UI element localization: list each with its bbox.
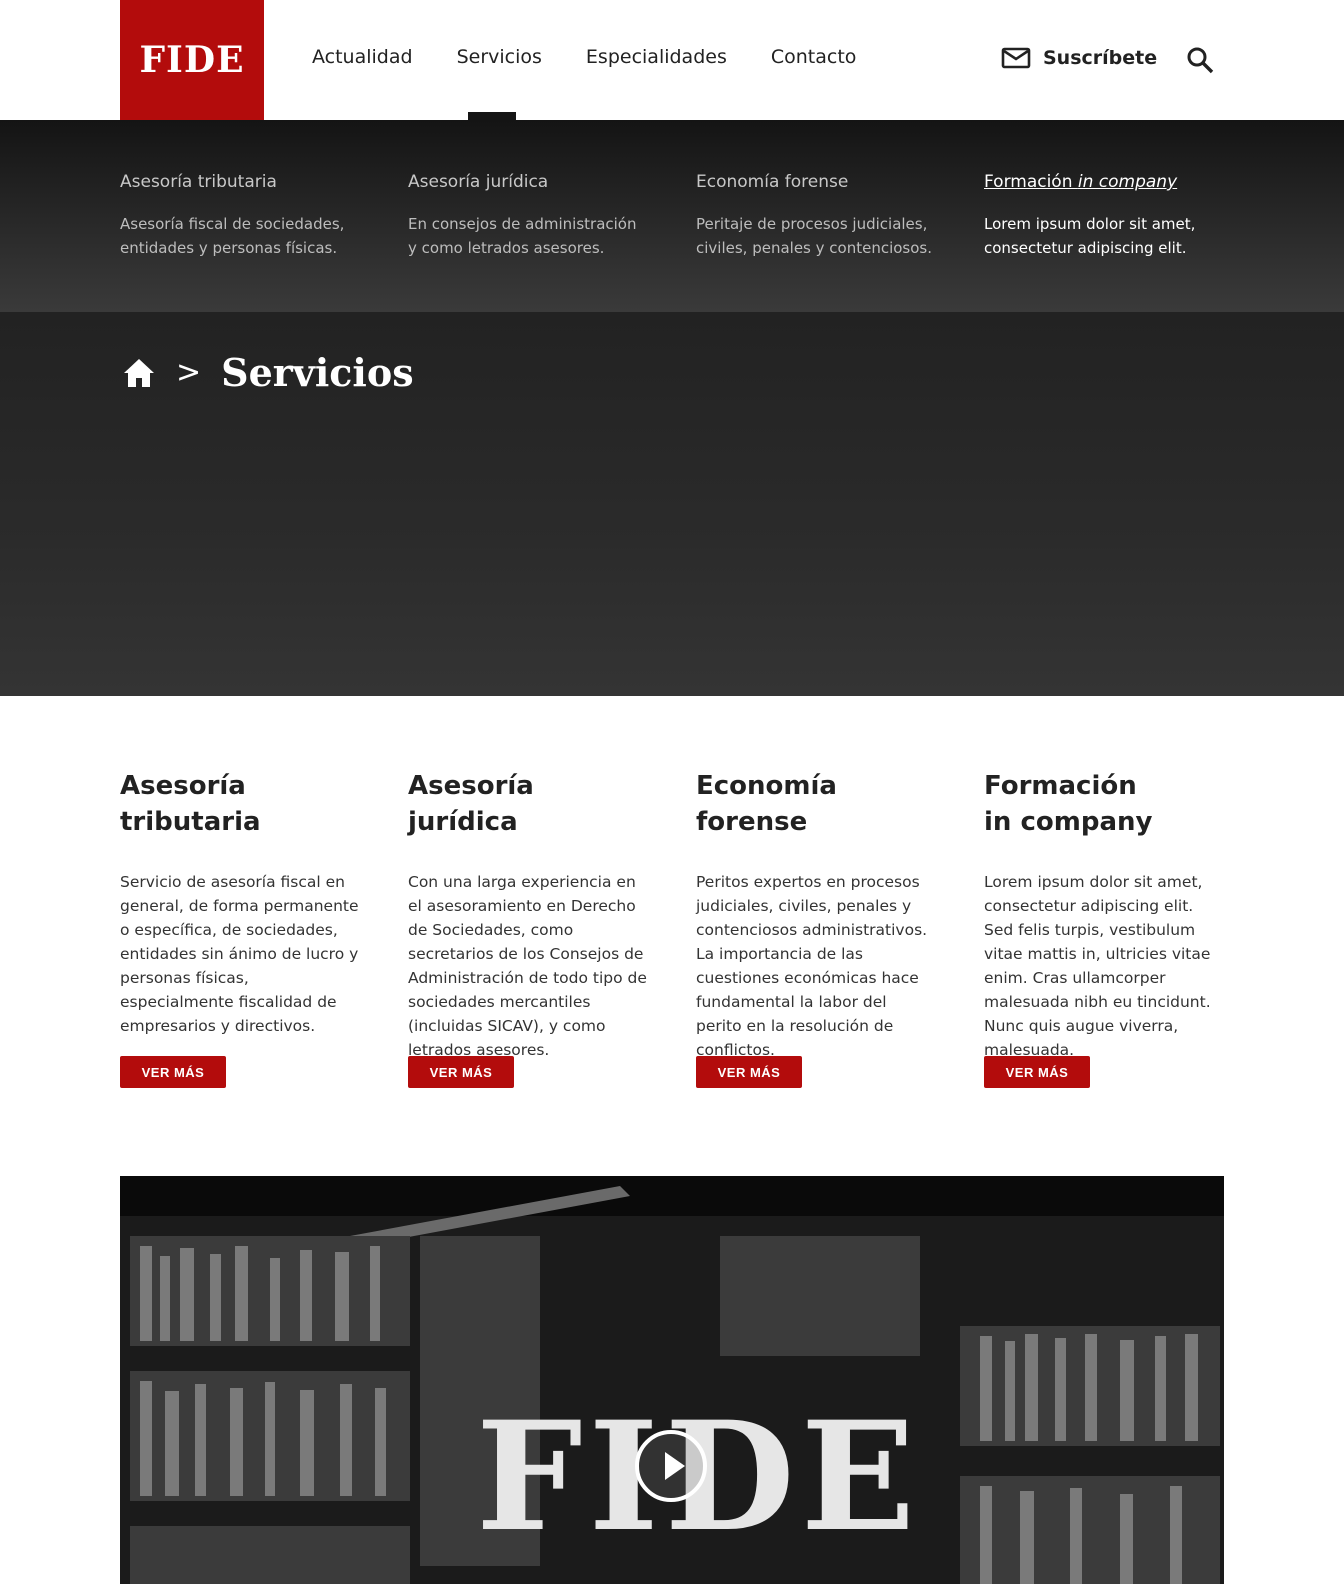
logo[interactable]: FIDE bbox=[120, 0, 264, 120]
dropdown-item-formacion[interactable]: Formación in company Lorem ipsum dolor s… bbox=[984, 172, 1224, 260]
service-title-line: forense bbox=[696, 807, 808, 837]
dropdown-item-desc: En consejos de administración y como let… bbox=[408, 215, 637, 257]
ver-mas-button[interactable]: VER MÁS bbox=[408, 1056, 514, 1088]
dropdown-item-title[interactable]: Formación in company bbox=[984, 172, 1224, 192]
service-title-line: tributaria bbox=[120, 807, 261, 837]
mail-icon bbox=[1001, 47, 1031, 69]
service-title-line: Asesoría bbox=[408, 771, 534, 801]
play-button[interactable] bbox=[635, 1430, 707, 1502]
page-hero: > Servicios bbox=[0, 312, 1344, 696]
breadcrumb: > Servicios bbox=[122, 350, 414, 395]
header: FIDE Actualidad Servicios Especialidades… bbox=[0, 0, 1344, 122]
service-title-line: jurídica bbox=[408, 807, 518, 837]
subscribe-button[interactable]: Suscríbete bbox=[1001, 46, 1157, 70]
dropdown-item-title[interactable]: Asesoría tributaria bbox=[120, 172, 360, 192]
service-title-line: Economía bbox=[696, 771, 837, 801]
ver-mas-button[interactable]: VER MÁS bbox=[984, 1056, 1090, 1088]
service-description: Lorem ipsum dolor sit amet, consectetur … bbox=[984, 873, 1211, 1059]
service-title: Economía forense bbox=[696, 768, 936, 840]
service-description: Peritos expertos en procesos judiciales,… bbox=[696, 873, 928, 1059]
service-title-line: Formación bbox=[984, 771, 1137, 801]
dropdown-item-title[interactable]: Economía forense bbox=[696, 172, 936, 192]
dropdown-item-tributaria[interactable]: Asesoría tributaria Asesoría fiscal de s… bbox=[120, 172, 360, 260]
dropdown-item-desc: Asesoría fiscal de sociedades, entidades… bbox=[120, 215, 345, 257]
service-title: Asesoría jurídica bbox=[408, 768, 648, 840]
nav-item-contacto[interactable]: Contacto bbox=[771, 46, 857, 68]
dropdown-item-desc: Peritaje de procesos judiciales, civiles… bbox=[696, 215, 932, 257]
dropdown-title-italic: in company bbox=[1077, 172, 1178, 192]
dropdown-item-title[interactable]: Asesoría jurídica bbox=[408, 172, 648, 192]
main-nav: Actualidad Servicios Especialidades Cont… bbox=[312, 46, 856, 68]
video-player[interactable]: FIDE bbox=[120, 1176, 1224, 1584]
services-section: Asesoría tributaria Servicio de asesoría … bbox=[120, 768, 1224, 1098]
service-title-line: Asesoría bbox=[120, 771, 246, 801]
service-title: Formación in company bbox=[984, 768, 1224, 840]
ver-mas-button[interactable]: VER MÁS bbox=[696, 1056, 802, 1088]
dropdown-item-juridica[interactable]: Asesoría jurídica En consejos de adminis… bbox=[408, 172, 648, 260]
service-card: Asesoría tributaria Servicio de asesoría … bbox=[120, 768, 360, 1088]
service-card: Asesoría jurídica Con una larga experienc… bbox=[408, 768, 648, 1088]
service-title: Asesoría tributaria bbox=[120, 768, 360, 840]
nav-item-actualidad[interactable]: Actualidad bbox=[312, 46, 413, 68]
dropdown-title-prefix: Formación bbox=[984, 172, 1078, 192]
ver-mas-button[interactable]: VER MÁS bbox=[120, 1056, 226, 1088]
nav-item-especialidades[interactable]: Especialidades bbox=[586, 46, 727, 68]
dropdown-item-desc: Lorem ipsum dolor sit amet, consectetur … bbox=[984, 215, 1196, 257]
service-card: Economía forense Peritos expertos en proc… bbox=[696, 768, 936, 1088]
subscribe-label: Suscríbete bbox=[1043, 47, 1158, 69]
service-description: Servicio de asesoría fiscal en general, … bbox=[120, 873, 359, 1035]
services-dropdown: Asesoría tributaria Asesoría fiscal de s… bbox=[0, 120, 1344, 312]
dropdown-item-forense[interactable]: Economía forense Peritaje de procesos ju… bbox=[696, 172, 936, 260]
service-title-line: in company bbox=[984, 807, 1153, 837]
play-icon bbox=[665, 1452, 685, 1480]
home-icon[interactable] bbox=[122, 357, 156, 389]
service-card: Formación in company Lorem ipsum dolor si… bbox=[984, 768, 1224, 1088]
search-icon[interactable] bbox=[1186, 46, 1214, 74]
service-description: Con una larga experiencia en el asesoram… bbox=[408, 873, 647, 1059]
page-title: Servicios bbox=[221, 350, 414, 395]
breadcrumb-separator: > bbox=[176, 355, 202, 390]
nav-item-servicios[interactable]: Servicios bbox=[457, 46, 542, 68]
